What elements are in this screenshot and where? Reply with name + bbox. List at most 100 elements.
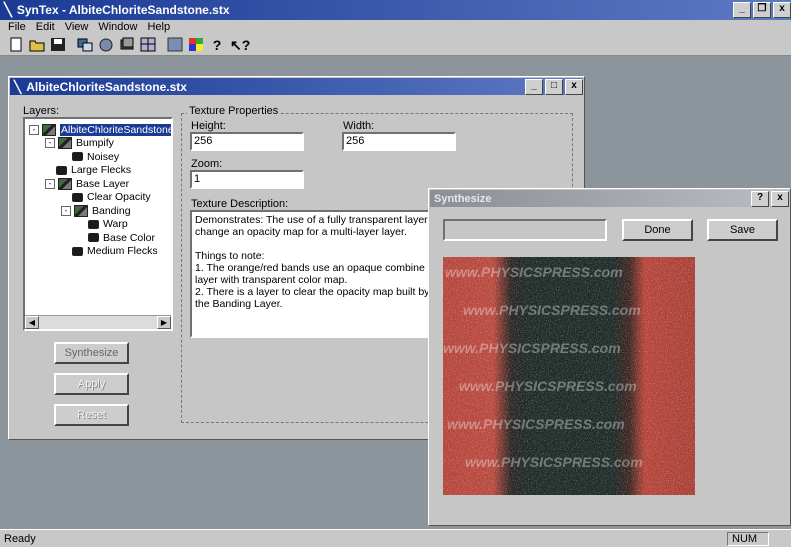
document-title: AlbiteChloriteSandstone.stx [26, 79, 187, 94]
tree-item[interactable]: - Base Layer [45, 177, 129, 190]
zoom-label: Zoom: [191, 158, 223, 170]
close-icon[interactable]: x [773, 2, 791, 18]
menu-file[interactable]: File [8, 21, 26, 33]
layer-leaf-icon [72, 192, 83, 202]
document-icon: ╲ [14, 79, 22, 94]
watermark-text: www.PHYSICSPRESS.com [459, 378, 637, 394]
texture-tool-icon[interactable] [167, 37, 183, 52]
tree-item-label: Noisey [87, 150, 120, 163]
description-line: 1. The orange/red bands use an opaque co… [195, 262, 425, 274]
description-line [195, 238, 435, 250]
synthesize-title: Synthesize [434, 192, 492, 205]
description-line: Things to note: [195, 250, 265, 262]
tree-expander-icon[interactable]: - [45, 178, 55, 189]
tree-item-label: Clear Opacity [87, 191, 151, 203]
status-text: Ready [4, 533, 36, 545]
stack-tool-icon[interactable] [119, 37, 135, 52]
tree-item[interactable]: - AlbiteChloriteSandstone [29, 123, 173, 136]
new-file-icon[interactable] [8, 37, 24, 52]
app-title: SynTex - AlbiteChloriteSandstone.stx [16, 3, 230, 17]
texture-properties-label: Texture Properties [187, 105, 281, 117]
layer-leaf-icon [88, 219, 99, 229]
open-folder-icon[interactable] [29, 37, 45, 52]
height-input[interactable]: 256 [190, 132, 304, 151]
help-icon[interactable]: ? [209, 37, 225, 53]
save-button[interactable]: Save [707, 219, 778, 241]
texture-description-textarea[interactable]: Demonstrates: The use of a fully transpa… [190, 210, 440, 338]
menu-help[interactable]: Help [147, 21, 170, 33]
minimize-icon[interactable]: _ [733, 2, 751, 18]
palette-tool-icon[interactable] [188, 37, 204, 52]
watermark-text: www.PHYSICSPRESS.com [443, 340, 621, 356]
tree-item[interactable]: Warp [77, 218, 128, 231]
tree-item[interactable]: Large Flecks [45, 164, 131, 177]
context-help-icon[interactable]: ↖? [230, 37, 250, 53]
document-title-bar[interactable]: ╲ AlbiteChloriteSandstone.stx _ □ x [10, 78, 583, 95]
description-line: layer with transparent color map. [195, 274, 348, 286]
texture-description-label: Texture Description: [191, 198, 289, 210]
layer-group-icon [42, 123, 56, 136]
layer-group-icon [74, 204, 88, 217]
width-label: Width: [343, 120, 375, 132]
layer-leaf-icon [72, 246, 83, 256]
menu-view[interactable]: View [65, 21, 89, 33]
dialog-close-icon[interactable]: x [771, 190, 789, 207]
tree-item-label: AlbiteChloriteSandstone [60, 123, 173, 136]
restore-icon[interactable]: ❐ [753, 2, 771, 18]
layer-leaf-icon [56, 165, 67, 175]
watermark-text: www.PHYSICSPRESS.com [465, 454, 643, 470]
tree-horizontal-scrollbar[interactable]: ◀ ▶ [25, 315, 171, 329]
globe-tool-icon[interactable] [98, 37, 114, 52]
grid-tool-icon[interactable] [140, 37, 156, 52]
menu-edit[interactable]: Edit [36, 21, 55, 33]
synthesize-title-bar[interactable]: Synthesize ? x [430, 190, 789, 207]
layer-leaf-icon [72, 152, 83, 161]
app-title-bar[interactable]: ╲ SynTex - AlbiteChloriteSandstone.stx _… [0, 0, 791, 20]
doc-close-icon[interactable]: x [565, 78, 583, 95]
tree-item[interactable]: Clear Opacity [61, 191, 151, 204]
scroll-left-icon[interactable]: ◀ [25, 316, 39, 329]
tree-item-label: Base Layer [76, 177, 130, 190]
scroll-right-icon[interactable]: ▶ [157, 316, 171, 329]
doc-restore-icon[interactable]: □ [545, 78, 563, 95]
doc-minimize-icon[interactable]: _ [525, 78, 543, 95]
height-label: Height: [191, 120, 226, 132]
description-line: the Banding Layer. [195, 298, 283, 310]
layer-leaf-icon [88, 233, 99, 242]
synthesize-dialog: Synthesize ? x Done Save www.PHYSICSPRES… [428, 188, 791, 526]
tree-item[interactable]: Noisey [61, 150, 119, 163]
tree-item-label: Base Color [103, 231, 155, 244]
tree-item[interactable]: Base Color [77, 231, 155, 244]
done-button[interactable]: Done [622, 219, 693, 241]
reset-button[interactable]: Reset [54, 404, 129, 426]
tree-item-label: Banding [92, 204, 131, 217]
watermark-text: www.PHYSICSPRESS.com [447, 416, 625, 432]
layer-group-icon [58, 177, 72, 190]
tree-expander-icon[interactable]: - [61, 205, 71, 216]
tree-item-label: Medium Flecks [87, 245, 158, 257]
tree-item[interactable]: Medium Flecks [61, 245, 158, 258]
dialog-help-icon[interactable]: ? [751, 190, 769, 207]
zoom-input[interactable]: 1 [190, 170, 304, 189]
menu-window[interactable]: Window [98, 21, 137, 33]
toolbar: ? ↖? [0, 34, 791, 56]
watermark-text: www.PHYSICSPRESS.com [445, 264, 623, 280]
description-line: 2. There is a layer to clear the opacity… [195, 286, 430, 298]
status-num-panel: NUM [727, 532, 769, 546]
tree-expander-icon[interactable]: - [29, 124, 39, 135]
save-icon[interactable] [50, 37, 66, 52]
texture-image: www.PHYSICSPRESS.com www.PHYSICSPRESS.co… [443, 257, 695, 495]
progress-bar [443, 219, 607, 241]
layer-group-icon [58, 137, 72, 149]
synthesized-texture-preview: www.PHYSICSPRESS.com www.PHYSICSPRESS.co… [443, 257, 695, 495]
synthesize-button[interactable]: Synthesize [54, 342, 129, 364]
tree-item[interactable]: - Banding [61, 204, 131, 217]
tree-item[interactable]: - Bumpify [45, 137, 114, 150]
layers-tree[interactable]: - AlbiteChloriteSandstone - Bumpify Noisey La… [23, 117, 173, 331]
layer-tool-icon[interactable] [77, 37, 93, 52]
apply-button[interactable]: Apply [54, 373, 129, 395]
tree-expander-icon[interactable]: - [45, 138, 55, 148]
app-icon: ╲ [4, 2, 12, 17]
width-input[interactable]: 256 [342, 132, 456, 151]
menu-bar: File Edit View Window Help [0, 20, 791, 34]
